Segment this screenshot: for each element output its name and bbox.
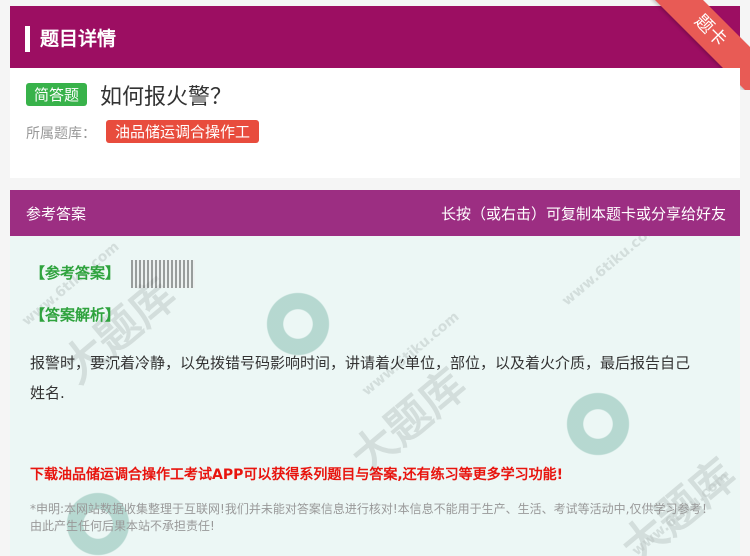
question-card: 简答题 如何报火警？ 所属题库： 油品储运调合操作工 [10,68,740,178]
bank-label: 所属题库： [26,126,96,142]
copy-share-hint: 长按（或右击）可复制本题卡或分享给好友 [440,205,726,223]
question-type-badge: 简答题 [26,83,88,106]
download-app-link[interactable]: 下载油品储运调合操作工考试APP可以获得系列题目与答案,还有练习等更多学习功能! [30,464,563,484]
disclaimer-text: *申明:本网站数据收集整理于互联网!我们并未能对答案信息进行核对!本信息不能用于… [30,502,714,533]
answer-header: 参考答案 长按（或右击）可复制本题卡或分享给好友 [10,190,740,236]
watermark-url: www.6tiku.com [559,236,663,310]
answer-label: 【参考答案】 [30,264,121,282]
parse-text: 报警时，要沉着冷静，以免拨错号码影响时间，讲请着火单位，部位，以及着火介质，最后… [30,354,691,402]
page-header: 题目详情 [10,6,740,68]
header-accent-bar [25,26,30,52]
answer-image [131,260,195,288]
watermark-text: 大题库 [611,449,740,556]
bank-link[interactable]: 油品储运调合操作工 [106,120,260,143]
page-title: 题目详情 [40,28,117,50]
answer-header-title: 参考答案 [26,205,87,223]
answer-body: 大题库 大题库 大题库 www.6tiku.com www.6tiku.com … [10,236,740,556]
question-text: 如何报火警？ [100,85,233,110]
parse-label: 【答案解析】 [30,306,121,324]
